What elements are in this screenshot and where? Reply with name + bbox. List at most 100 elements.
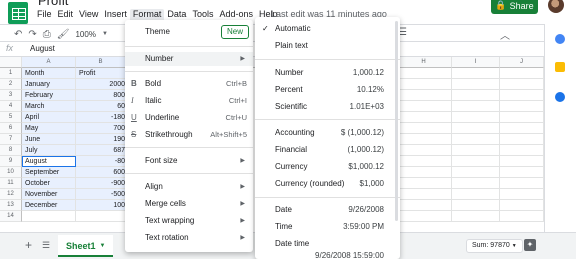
cell-i[interactable] xyxy=(452,200,500,211)
cell-j[interactable] xyxy=(500,123,544,134)
row-header[interactable]: 9 xyxy=(0,156,22,167)
cell-b[interactable] xyxy=(76,211,126,222)
cell-i[interactable] xyxy=(452,79,500,90)
paint-format-icon[interactable]: 🖌 xyxy=(57,29,70,40)
zoom-caret-icon[interactable]: ▼ xyxy=(102,31,108,37)
menu-item-merge-cells[interactable]: Merge cells ▶ xyxy=(125,197,253,211)
column-header-b[interactable]: B xyxy=(76,57,126,68)
cell-i[interactable] xyxy=(452,68,500,79)
cell-a[interactable] xyxy=(22,211,76,222)
number-format-time[interactable]: Time 3:59:00 PM xyxy=(255,220,400,234)
number-format-automatic[interactable]: ✓ Automatic xyxy=(255,22,400,36)
tasks-icon[interactable] xyxy=(555,92,565,102)
number-format-accounting[interactable]: Accounting $ (1,000.12) xyxy=(255,126,400,140)
menu-item-italic[interactable]: I Italic Ctrl+I xyxy=(125,94,253,108)
row-header[interactable]: 6 xyxy=(0,123,22,134)
menu-edit[interactable]: Edit xyxy=(55,9,77,23)
cell-b[interactable]: Profit xyxy=(76,68,126,79)
row-header[interactable]: 3 xyxy=(0,90,22,101)
cell-a[interactable]: July xyxy=(22,145,76,156)
avatar[interactable] xyxy=(548,0,564,13)
menu-view[interactable]: View xyxy=(76,9,101,23)
cell-h[interactable] xyxy=(396,145,452,156)
cell-j[interactable] xyxy=(500,156,544,167)
cell-a[interactable]: February xyxy=(22,90,76,101)
cell-b[interactable]: 800 xyxy=(76,90,126,101)
number-format-plain-text[interactable]: Plain text xyxy=(255,39,400,53)
cell-a[interactable]: May xyxy=(22,123,76,134)
row-header[interactable]: 11 xyxy=(0,178,22,189)
cell-a[interactable]: January xyxy=(22,79,76,90)
cell-a[interactable]: October xyxy=(22,178,76,189)
cell-h[interactable] xyxy=(396,211,452,222)
cell-h[interactable] xyxy=(396,134,452,145)
cell-b[interactable]: 100 xyxy=(76,200,126,211)
keep-icon[interactable] xyxy=(555,62,565,72)
row-header[interactable]: 7 xyxy=(0,134,22,145)
cell-b[interactable]: -500 xyxy=(76,189,126,200)
menu-item-text-wrapping[interactable]: Text wrapping ▶ xyxy=(125,214,253,228)
menu-item-align[interactable]: Align ▶ xyxy=(125,180,253,194)
calendar-icon[interactable] xyxy=(555,34,565,44)
cell-j[interactable] xyxy=(500,189,544,200)
row-header[interactable]: 13 xyxy=(0,200,22,211)
cell-i[interactable] xyxy=(452,90,500,101)
cell-h[interactable] xyxy=(396,189,452,200)
print-icon[interactable]: ⎙ xyxy=(43,29,51,40)
sheet-tab-caret-icon[interactable]: ▼ xyxy=(100,235,106,255)
cell-b[interactable]: 687 xyxy=(76,145,126,156)
cell-a[interactable]: December xyxy=(22,200,76,211)
cell-j[interactable] xyxy=(500,200,544,211)
row-header[interactable]: 10 xyxy=(0,167,22,178)
cell-b[interactable]: -180 xyxy=(76,112,126,123)
number-format-percent[interactable]: Percent 10.12% xyxy=(255,83,400,97)
cell-a[interactable]: September xyxy=(22,167,76,178)
cell-i[interactable] xyxy=(452,134,500,145)
cell-i[interactable] xyxy=(452,112,500,123)
cell-j[interactable] xyxy=(500,101,544,112)
column-header-i[interactable]: I xyxy=(452,57,500,68)
submenu-scrollbar[interactable] xyxy=(395,21,398,221)
zoom-select[interactable]: 100% xyxy=(75,30,95,39)
cell-a[interactable]: June xyxy=(22,134,76,145)
cell-a[interactable]: November xyxy=(22,189,76,200)
menu-item-font-size[interactable]: Font size ▶ xyxy=(125,154,253,168)
number-format-number[interactable]: Number 1,000.12 xyxy=(255,66,400,80)
cell-h[interactable] xyxy=(396,68,452,79)
cell-b[interactable]: 190 xyxy=(76,134,126,145)
cell-j[interactable] xyxy=(500,145,544,156)
cell-h[interactable] xyxy=(396,167,452,178)
cell-i[interactable] xyxy=(452,123,500,134)
cell-a[interactable]: March xyxy=(22,101,76,112)
cell-j[interactable] xyxy=(500,112,544,123)
cell-h[interactable] xyxy=(396,101,452,112)
menu-item-strikethrough[interactable]: S Strikethrough Alt+Shift+5 xyxy=(125,128,253,142)
row-header[interactable]: 4 xyxy=(0,101,22,112)
row-header[interactable]: 2 xyxy=(0,79,22,90)
cell-a[interactable]: August xyxy=(22,156,76,167)
cell-b[interactable]: 60 xyxy=(76,101,126,112)
select-all-corner[interactable] xyxy=(0,57,22,68)
sum-chip[interactable]: Sum: 97870 ▼ xyxy=(466,239,523,253)
row-header[interactable]: 1 xyxy=(0,68,22,79)
cell-b[interactable]: -900 xyxy=(76,178,126,189)
cell-i[interactable] xyxy=(452,211,500,222)
cell-h[interactable] xyxy=(396,112,452,123)
menu-item-text-rotation[interactable]: Text rotation ▶ xyxy=(125,231,253,245)
cell-i[interactable] xyxy=(452,101,500,112)
explore-icon[interactable]: ✦ xyxy=(524,239,536,251)
cell-j[interactable] xyxy=(500,178,544,189)
cell-i[interactable] xyxy=(452,167,500,178)
cell-j[interactable] xyxy=(500,211,544,222)
cell-h[interactable] xyxy=(396,79,452,90)
sheet-tab[interactable]: Sheet1 ▼ xyxy=(58,235,114,257)
formula-input[interactable]: August xyxy=(30,44,55,53)
cell-b[interactable]: 700 xyxy=(76,123,126,134)
menu-item-number[interactable]: Number ▶ xyxy=(125,52,253,66)
number-format-currency[interactable]: Currency $1,000.12 xyxy=(255,160,400,174)
cell-b[interactable]: 600 xyxy=(76,167,126,178)
collapse-toolbar-icon[interactable]: ︿ xyxy=(500,27,510,42)
cell-i[interactable] xyxy=(452,189,500,200)
cell-a[interactable]: Month xyxy=(22,68,76,79)
number-format-currency-rounded[interactable]: Currency (rounded) $1,000 xyxy=(255,177,400,191)
